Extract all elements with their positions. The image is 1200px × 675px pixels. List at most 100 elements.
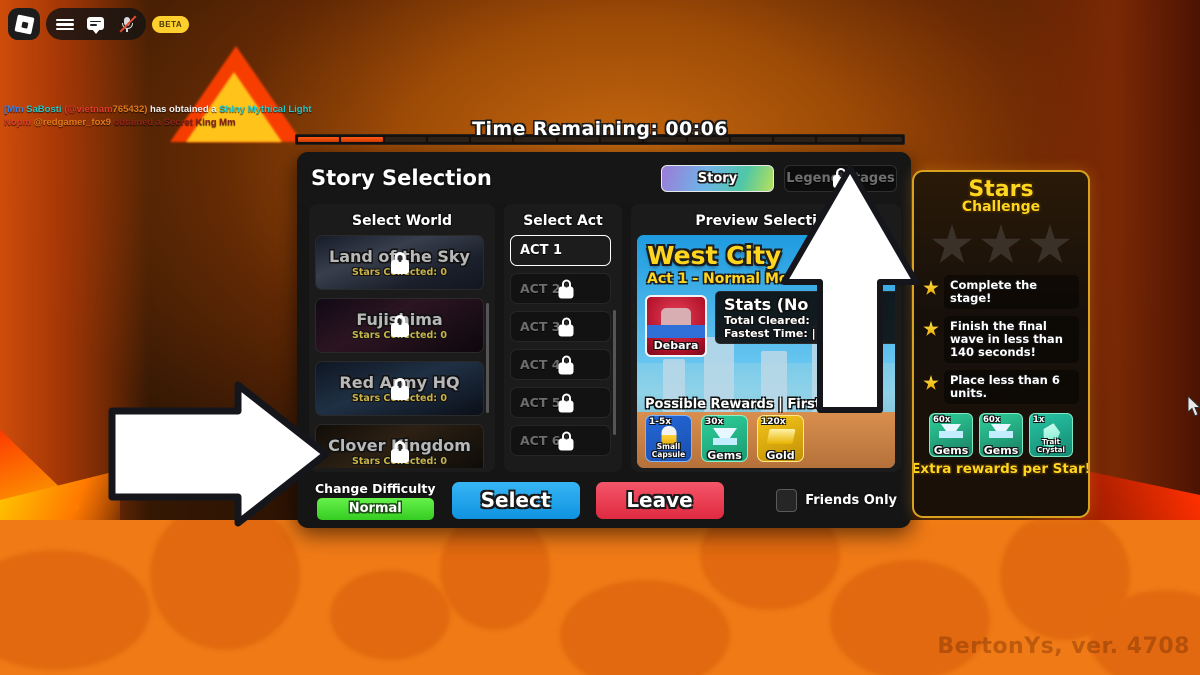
annotation-arrow-up-icon <box>781 165 919 413</box>
act-item-1[interactable]: ACT 1 <box>510 235 611 266</box>
world-item-fujishima[interactable]: Fujishima Stars Collected: 0 <box>315 298 484 353</box>
act-item-4[interactable]: ACT 4 <box>510 349 611 380</box>
preview-stage-title: West City <box>647 241 782 270</box>
lock-icon <box>558 393 574 412</box>
act-label: ACT 4 <box>520 357 561 372</box>
select-act-header: Select Act <box>523 213 603 229</box>
reward-name: Gold <box>766 449 795 462</box>
act-label: ACT 5 <box>520 395 561 410</box>
lock-icon <box>390 377 409 400</box>
difficulty-group: Change Difficulty Normal <box>315 481 436 520</box>
change-difficulty-label: Change Difficulty <box>315 480 436 496</box>
star-reward-card-gems-1[interactable]: 60x Gems <box>929 413 973 457</box>
reward-name: Gems <box>707 449 742 462</box>
friends-only-group: Friends Only <box>776 488 897 512</box>
version-watermark: BertonYs, ver. 4708 <box>937 634 1190 659</box>
reward-count: 60x <box>933 415 951 425</box>
stars-title: Stars <box>968 177 1034 202</box>
stars-subtitle: Challenge <box>961 199 1041 215</box>
leave-button[interactable]: Leave <box>595 481 724 519</box>
lock-icon <box>558 279 574 298</box>
lock-icon <box>390 440 409 463</box>
microphone-muted-icon[interactable] <box>118 15 137 33</box>
act-list[interactable]: ACT 1 ACT 2 ACT 3 ACT 4 ACT 5 ACT 6 <box>510 235 616 468</box>
star-icon <box>1029 224 1071 266</box>
select-act-column: Select Act ACT 1 ACT 2 ACT 3 ACT 4 ACT 5… <box>504 204 622 472</box>
select-button[interactable]: Select <box>451 481 580 519</box>
star-icon <box>980 224 1022 266</box>
reward-name: Gems <box>983 444 1019 457</box>
tab-story[interactable]: Story <box>661 164 774 192</box>
reward-name: Small Capsule <box>651 442 686 459</box>
star-icon <box>923 280 939 296</box>
star-icon <box>923 375 939 391</box>
stars-footer-label: Extra rewards per Star! <box>912 461 1090 477</box>
tab-story-label: Story <box>697 170 738 186</box>
lock-icon <box>558 317 574 336</box>
world-list-scrollbar[interactable] <box>486 303 489 413</box>
annotation-arrow-right-icon <box>108 381 330 527</box>
act-item-5[interactable]: ACT 5 <box>510 387 611 418</box>
difficulty-value-button[interactable]: Normal <box>316 497 434 520</box>
act-list-scrollbar[interactable] <box>613 310 616 435</box>
act-item-3[interactable]: ACT 3 <box>510 311 611 342</box>
act-label: ACT 1 <box>520 243 563 258</box>
reward-name: Gems <box>933 444 969 457</box>
stars-progress-row <box>931 224 1071 266</box>
gem-icon <box>989 424 1013 438</box>
world-list[interactable]: Land of the Sky Stars Collected: 0 Fujis… <box>315 235 489 468</box>
roblox-topbar-pill <box>46 8 146 40</box>
hamburger-menu-icon[interactable] <box>56 15 74 33</box>
lock-icon <box>558 355 574 374</box>
gem-icon <box>712 428 737 445</box>
stars-challenge-panel: Stars Challenge Complete the stage! Fini… <box>912 170 1090 518</box>
act-item-2[interactable]: ACT 2 <box>510 273 611 304</box>
act-item-6[interactable]: ACT 6 <box>510 425 611 456</box>
star-reward-card-trait-crystal[interactable]: 1x Trait Crystal <box>1029 413 1073 457</box>
act-label: ACT 2 <box>520 281 561 296</box>
select-world-column: Select World Land of the Sky Stars Colle… <box>309 204 495 472</box>
page-title: Story Selection <box>311 166 492 190</box>
panel-footer: Change Difficulty Normal Select Leave Fr… <box>297 472 911 528</box>
roblox-topbar: BETA <box>8 8 190 40</box>
act-label: ACT 3 <box>520 319 561 334</box>
chat-line: [Mm SaBosti (@vietnam765432) has obtaine… <box>4 104 312 115</box>
beta-badge: BETA <box>152 15 190 33</box>
preview-rewards-row: 1-5x Small Capsule 30x Gems 120x Gold <box>645 415 804 462</box>
reward-card-gold[interactable]: 120x Gold <box>757 415 804 462</box>
reward-count: 1-5x <box>649 417 672 427</box>
lock-icon <box>390 251 409 274</box>
reward-count: 120x <box>761 417 786 427</box>
world-item-land-of-the-sky[interactable]: Land of the Sky Stars Collected: 0 <box>315 235 484 290</box>
stars-rewards-row: 60x Gems 60x Gems 1x Trait Crystal <box>929 413 1073 457</box>
select-world-header: Select World <box>351 213 453 229</box>
world-item-clover-kingdom[interactable]: Clover Kingdom Stars Collected: 0 <box>315 424 484 468</box>
chat-bubble-icon[interactable] <box>87 15 105 34</box>
reward-count: 60x <box>983 415 1001 425</box>
challenge-row-1: Complete the stage! <box>923 275 1079 309</box>
star-icon <box>931 224 973 266</box>
challenge-text: Finish the final wave in less than 140 s… <box>944 316 1079 363</box>
reward-card-gems[interactable]: 30x Gems <box>701 415 748 462</box>
time-remaining-label: Time Remaining: 00:06 <box>472 118 728 140</box>
act-label: ACT 6 <box>520 433 561 448</box>
friends-only-label: Friends Only <box>805 492 897 508</box>
reward-count: 30x <box>705 417 724 427</box>
challenge-text: Complete the stage! <box>944 275 1079 309</box>
lock-icon <box>390 314 409 337</box>
reward-name: Trait Crystal <box>1037 438 1065 454</box>
reward-count: 1x <box>1033 415 1045 425</box>
star-icon <box>923 321 939 337</box>
mouse-cursor-icon <box>1188 396 1200 417</box>
friends-only-checkbox[interactable] <box>776 488 798 512</box>
lock-icon <box>558 431 574 450</box>
challenge-row-2: Finish the final wave in less than 140 s… <box>923 316 1079 363</box>
gold-bar-icon <box>765 429 796 444</box>
gem-icon <box>939 424 963 438</box>
character-name: Debara <box>653 339 699 352</box>
challenge-row-3: Place less than 6 units. <box>923 370 1079 404</box>
roblox-logo-icon[interactable] <box>8 8 40 40</box>
reward-card-small-capsule[interactable]: 1-5x Small Capsule <box>645 415 692 462</box>
world-item-red-army-hq[interactable]: Red Army HQ Stars Collected: 0 <box>315 361 484 416</box>
star-reward-card-gems-2[interactable]: 60x Gems <box>979 413 1023 457</box>
